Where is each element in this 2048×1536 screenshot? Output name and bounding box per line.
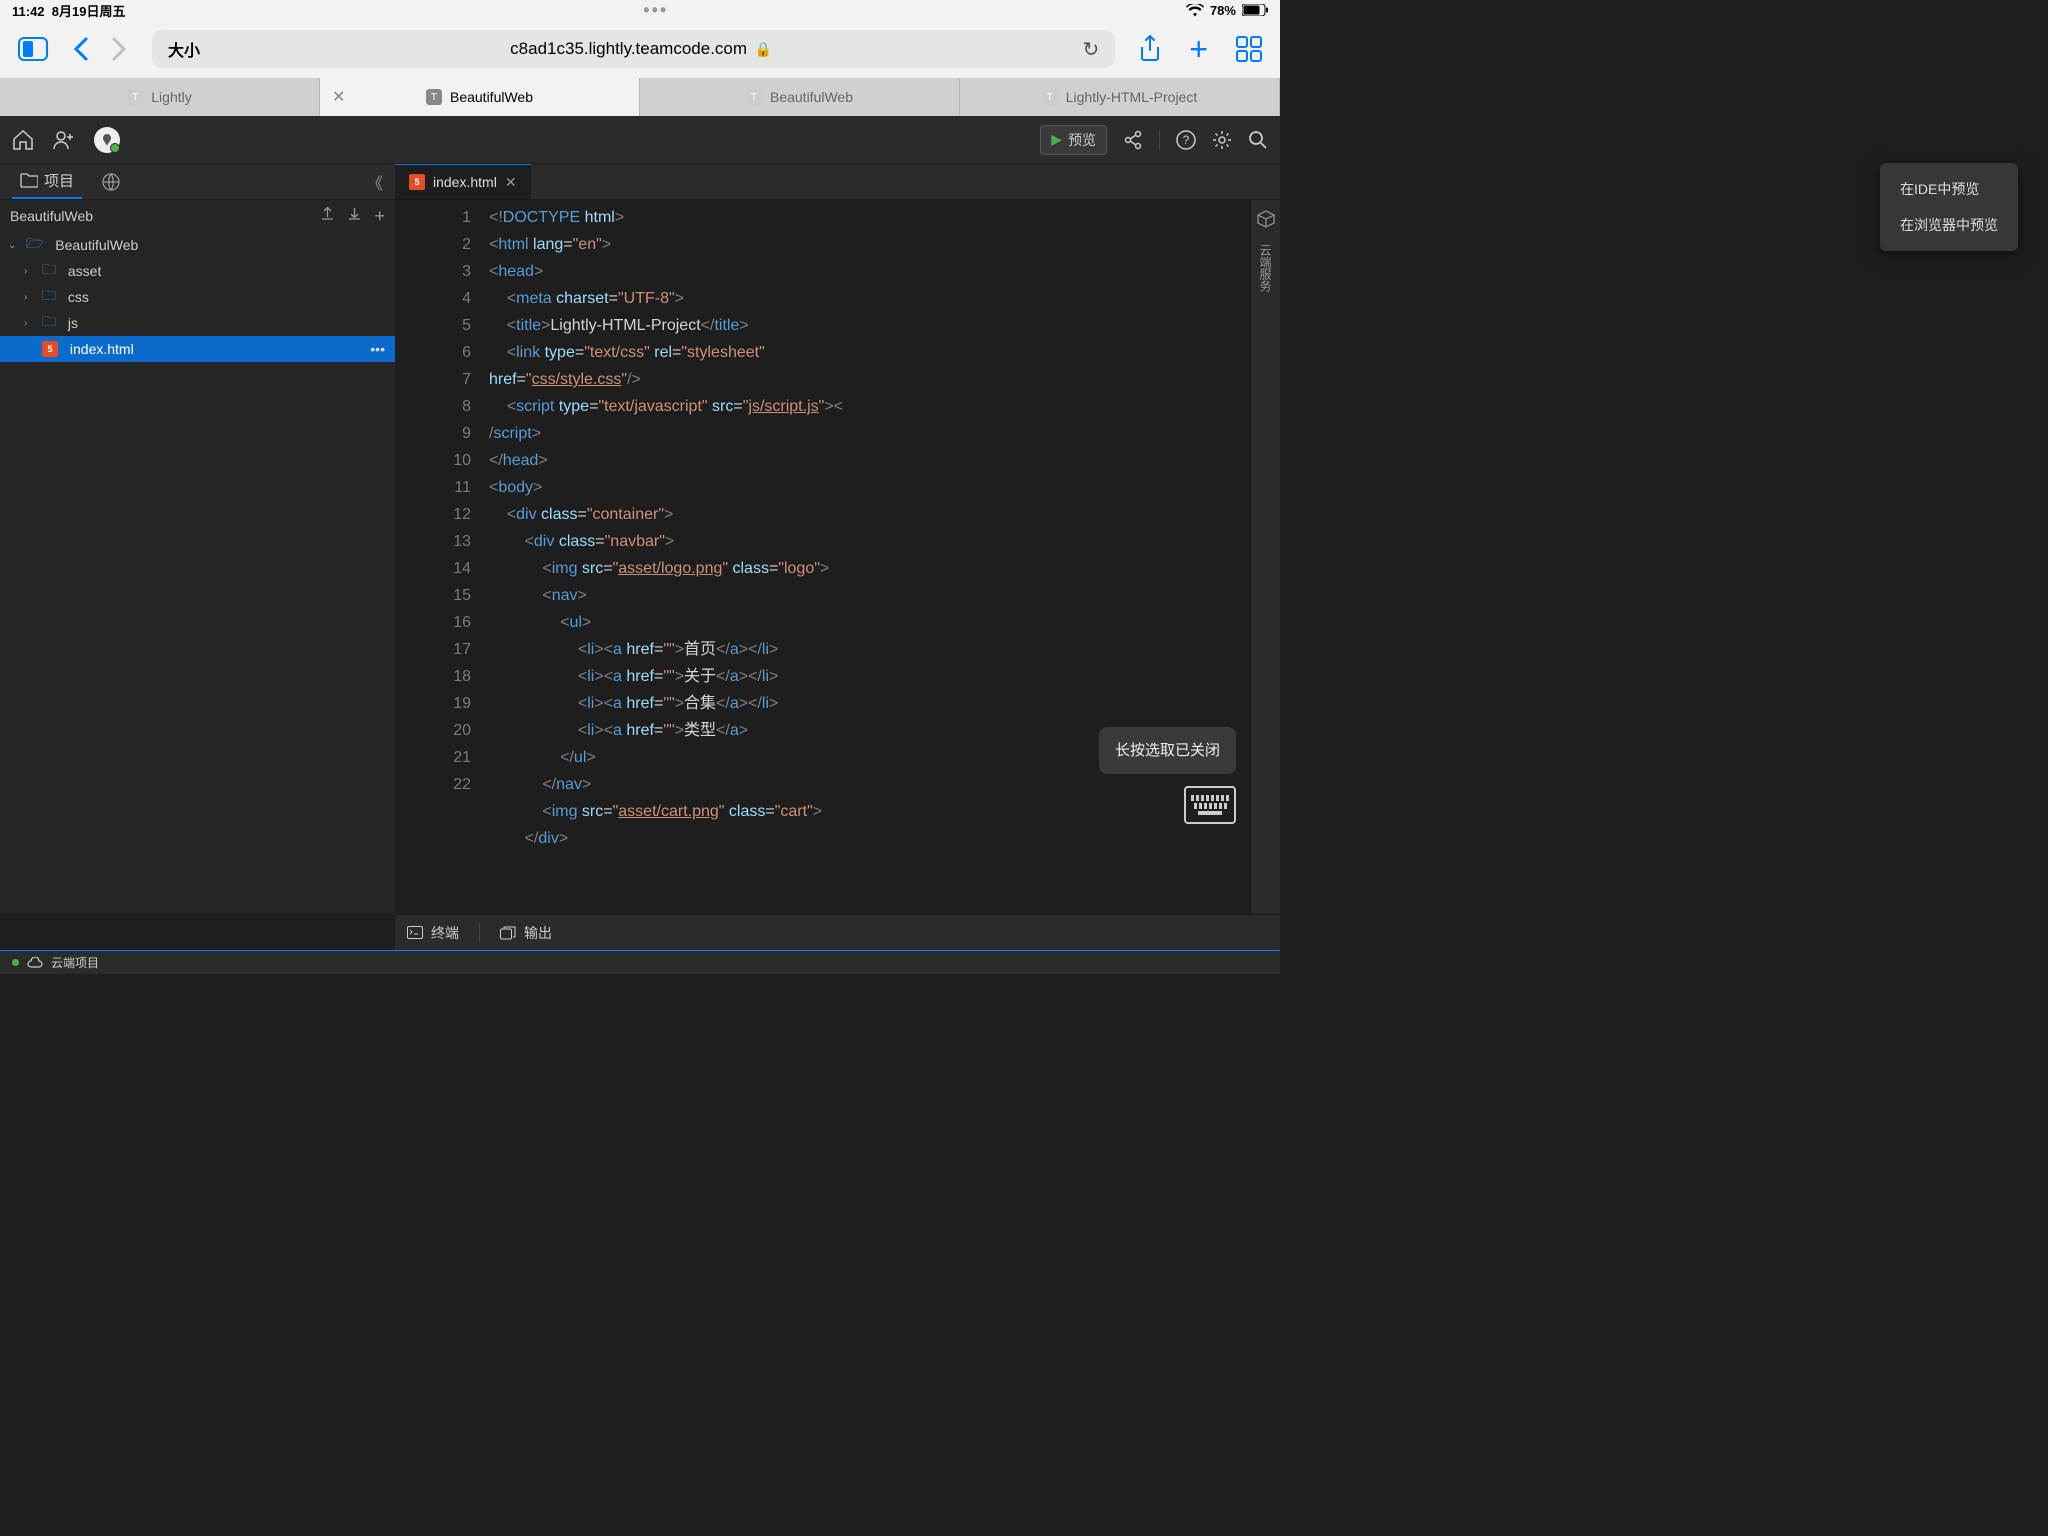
folder-icon: [20, 173, 38, 188]
more-icon[interactable]: •••: [370, 341, 385, 357]
folder-icon: 🗀: [42, 311, 56, 335]
url-bar[interactable]: 大小 c8ad1c35.lightly.teamcode.com 🔒 ↻: [152, 30, 1115, 68]
clock: 11:42: [12, 4, 45, 19]
html5-icon: 5: [42, 341, 58, 357]
tree-folder[interactable]: ›🗀 css: [0, 284, 395, 310]
browser-tab[interactable]: ✕TBeautifulWeb: [320, 78, 640, 116]
sidebar-toggle-icon[interactable]: [18, 37, 48, 61]
globe-icon: [102, 173, 120, 191]
reload-icon[interactable]: ↻: [1083, 37, 1100, 62]
tree-file-selected[interactable]: 5 index.html•••: [0, 336, 395, 362]
svg-text:?: ?: [1183, 133, 1190, 147]
folder-open-icon: 🗁: [26, 233, 43, 257]
url-text: c8ad1c35.lightly.teamcode.com: [510, 39, 747, 58]
new-file-icon[interactable]: +: [374, 206, 385, 227]
browser-tab-strip: TLightly ✕TBeautifulWeb TBeautifulWeb TL…: [0, 78, 1280, 116]
text-size-label[interactable]: 大小: [168, 37, 200, 61]
bottom-panel-tabs: 终端 输出: [395, 914, 1280, 950]
project-tab[interactable]: 项目: [12, 164, 82, 199]
avatar[interactable]: [94, 127, 120, 153]
close-icon[interactable]: ✕: [332, 87, 345, 107]
folder-icon: 🗀: [42, 259, 56, 283]
download-icon[interactable]: [347, 206, 362, 227]
tabs-overview-icon[interactable]: [1236, 36, 1262, 62]
new-tab-icon[interactable]: +: [1189, 31, 1208, 68]
status-text: 云端项目: [51, 954, 99, 971]
date: 8月19日周五: [52, 4, 126, 19]
lock-icon: 🔒: [751, 41, 772, 57]
ios-status-bar: 11:42 8月19日周五 ••• 78%: [0, 0, 1280, 20]
battery-icon: [1242, 4, 1268, 16]
help-icon[interactable]: ?: [1176, 130, 1196, 150]
close-tab-icon[interactable]: ✕: [505, 174, 517, 191]
html5-icon: 5: [409, 174, 425, 190]
share-icon[interactable]: [1139, 35, 1161, 63]
output-tab[interactable]: 输出: [500, 923, 552, 943]
forward-icon: [112, 37, 128, 61]
code-content[interactable]: <!DOCTYPE html><html lang="en"><head> <m…: [489, 200, 1250, 914]
right-side-rail: 云端服务: [1250, 200, 1280, 914]
toast-message: 长按选取已关闭: [1099, 727, 1236, 774]
preview-dropdown: 在IDE中预览 在浏览器中预览: [1880, 163, 2018, 251]
folder-icon: 🗀: [42, 285, 56, 309]
tree-folder[interactable]: ›🗀 asset: [0, 258, 395, 284]
tree-folder[interactable]: ›🗀 js: [0, 310, 395, 336]
settings-icon[interactable]: [1212, 130, 1232, 150]
preview-in-browser[interactable]: 在浏览器中预览: [1880, 207, 2018, 243]
cube-icon[interactable]: [1257, 210, 1275, 228]
wifi-icon: [1186, 4, 1204, 17]
file-explorer: BeautifulWeb + ⌄🗁 BeautifulWeb ›🗀 asset …: [0, 200, 395, 914]
home-icon[interactable]: [12, 130, 34, 150]
multitask-dots[interactable]: •••: [643, 0, 668, 21]
globe-tab[interactable]: [94, 167, 128, 197]
ide-toolbar: ▶预览 ?: [0, 116, 1280, 164]
preview-button[interactable]: ▶预览: [1040, 125, 1107, 155]
terminal-tab[interactable]: 终端: [407, 923, 459, 943]
side-rail-label[interactable]: 云端服务: [1257, 244, 1274, 292]
back-icon[interactable]: [72, 37, 88, 61]
ide-tab-row: 项目 《 5 index.html ✕: [0, 164, 1280, 200]
browser-tab[interactable]: TLightly: [0, 78, 320, 116]
explorer-header: BeautifulWeb +: [0, 200, 395, 232]
battery-text: 78%: [1210, 3, 1236, 18]
search-icon[interactable]: [1248, 130, 1268, 150]
cloud-icon: [27, 957, 43, 968]
status-bar: 云端项目: [0, 950, 1280, 974]
editor-tab[interactable]: 5 index.html ✕: [395, 164, 531, 199]
upload-icon[interactable]: [320, 206, 335, 227]
status-dot-icon: [12, 959, 19, 966]
keyboard-icon[interactable]: [1184, 786, 1236, 824]
safari-toolbar: 大小 c8ad1c35.lightly.teamcode.com 🔒 ↻ +: [0, 20, 1280, 78]
browser-tab[interactable]: TLightly-HTML-Project: [960, 78, 1280, 116]
collapse-panel-icon[interactable]: 《: [367, 170, 383, 194]
tree-folder-root[interactable]: ⌄🗁 BeautifulWeb: [0, 232, 395, 258]
line-gutter: 12345678910111213141516171819202122: [395, 200, 489, 914]
share-network-icon[interactable]: [1123, 130, 1143, 150]
add-user-icon[interactable]: [52, 130, 76, 150]
code-editor[interactable]: 12345678910111213141516171819202122 <!DO…: [395, 200, 1250, 914]
browser-tab[interactable]: TBeautifulWeb: [640, 78, 960, 116]
play-icon: ▶: [1051, 131, 1062, 148]
preview-in-ide[interactable]: 在IDE中预览: [1880, 171, 2018, 207]
